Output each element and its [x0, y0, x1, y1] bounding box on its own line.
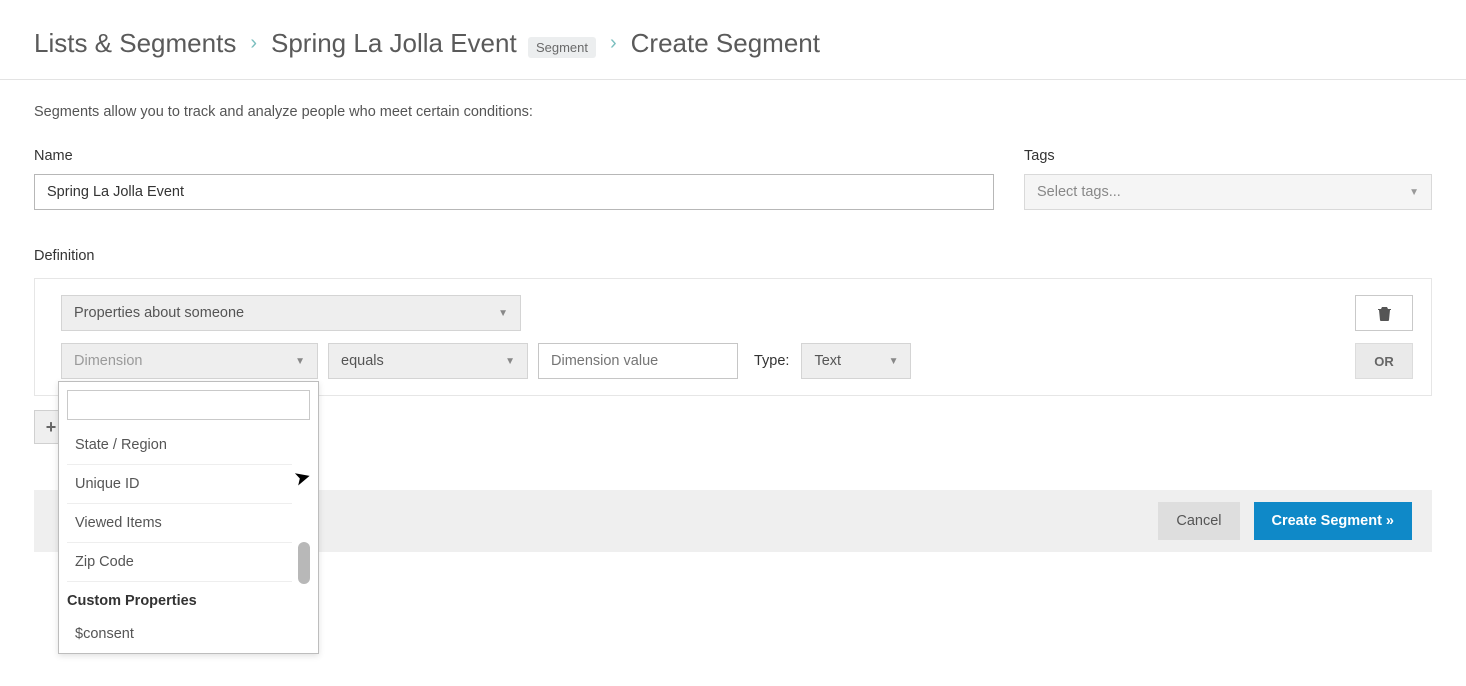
trash-icon: [1378, 306, 1391, 321]
caret-down-icon: ▼: [295, 356, 305, 367]
dimension-dropdown-list[interactable]: State / Region Unique ID Viewed Items Zi…: [67, 426, 310, 653]
name-tags-row: Name Tags Select tags... ▼: [34, 148, 1432, 210]
tags-placeholder: Select tags...: [1037, 184, 1121, 200]
dimension-placeholder: Dimension: [74, 353, 143, 369]
operator-select[interactable]: equals ▼: [328, 343, 528, 379]
definition-label: Definition: [34, 248, 1432, 264]
create-segment-button[interactable]: Create Segment »: [1254, 502, 1413, 540]
breadcrumb-root[interactable]: Lists & Segments: [34, 28, 236, 59]
type-value: Text: [814, 353, 841, 369]
condition-row-2: Dimension ▼ equals ▼ Type: Text ▼ OR: [61, 343, 1413, 379]
condition-row-1: Properties about someone ▼: [61, 295, 1413, 331]
delete-condition-button[interactable]: [1355, 295, 1413, 331]
name-input[interactable]: [34, 174, 994, 210]
breadcrumb: Lists & Segments › Spring La Jolla Event…: [0, 0, 1466, 80]
tags-select[interactable]: Select tags... ▼: [1024, 174, 1432, 210]
type-label: Type:: [754, 353, 789, 369]
breadcrumb-current: Create Segment: [631, 28, 820, 59]
breadcrumb-item-label: Spring La Jolla Event: [271, 28, 517, 58]
source-select[interactable]: Properties about someone ▼: [61, 295, 521, 331]
dimension-option[interactable]: Zip Code: [67, 543, 292, 582]
dimension-select[interactable]: Dimension ▼: [61, 343, 318, 379]
dimension-option[interactable]: Viewed Items: [67, 504, 292, 543]
caret-down-icon: ▼: [1409, 187, 1419, 198]
chevron-right-icon: ›: [610, 32, 617, 55]
caret-down-icon: ▼: [505, 356, 515, 367]
breadcrumb-item[interactable]: Spring La Jolla Event Segment: [271, 28, 596, 59]
dimension-option[interactable]: State / Region: [67, 426, 292, 465]
dimension-search-input[interactable]: [67, 390, 310, 420]
intro-text: Segments allow you to track and analyze …: [34, 104, 1432, 120]
chevron-right-icon: ›: [250, 32, 257, 55]
name-label: Name: [34, 148, 994, 164]
dimension-group-header: Custom Properties: [67, 582, 292, 615]
dimension-value-input[interactable]: [538, 343, 738, 379]
source-select-value: Properties about someone: [74, 305, 244, 321]
or-button[interactable]: OR: [1355, 343, 1413, 379]
dimension-option[interactable]: $consent: [67, 615, 292, 653]
segment-badge: Segment: [528, 37, 596, 58]
tags-field: Tags Select tags... ▼: [1024, 148, 1432, 210]
type-select[interactable]: Text ▼: [801, 343, 911, 379]
dimension-dropdown-panel: State / Region Unique ID Viewed Items Zi…: [58, 381, 319, 654]
tags-label: Tags: [1024, 148, 1432, 164]
scrollbar-thumb[interactable]: [298, 542, 310, 584]
name-field: Name: [34, 148, 994, 210]
cancel-button[interactable]: Cancel: [1158, 502, 1239, 540]
definition-box: Properties about someone ▼ Dimension ▼ e…: [34, 278, 1432, 396]
dimension-option[interactable]: Unique ID: [67, 465, 292, 504]
caret-down-icon: ▼: [889, 356, 899, 367]
operator-value: equals: [341, 353, 384, 369]
caret-down-icon: ▼: [498, 308, 508, 319]
